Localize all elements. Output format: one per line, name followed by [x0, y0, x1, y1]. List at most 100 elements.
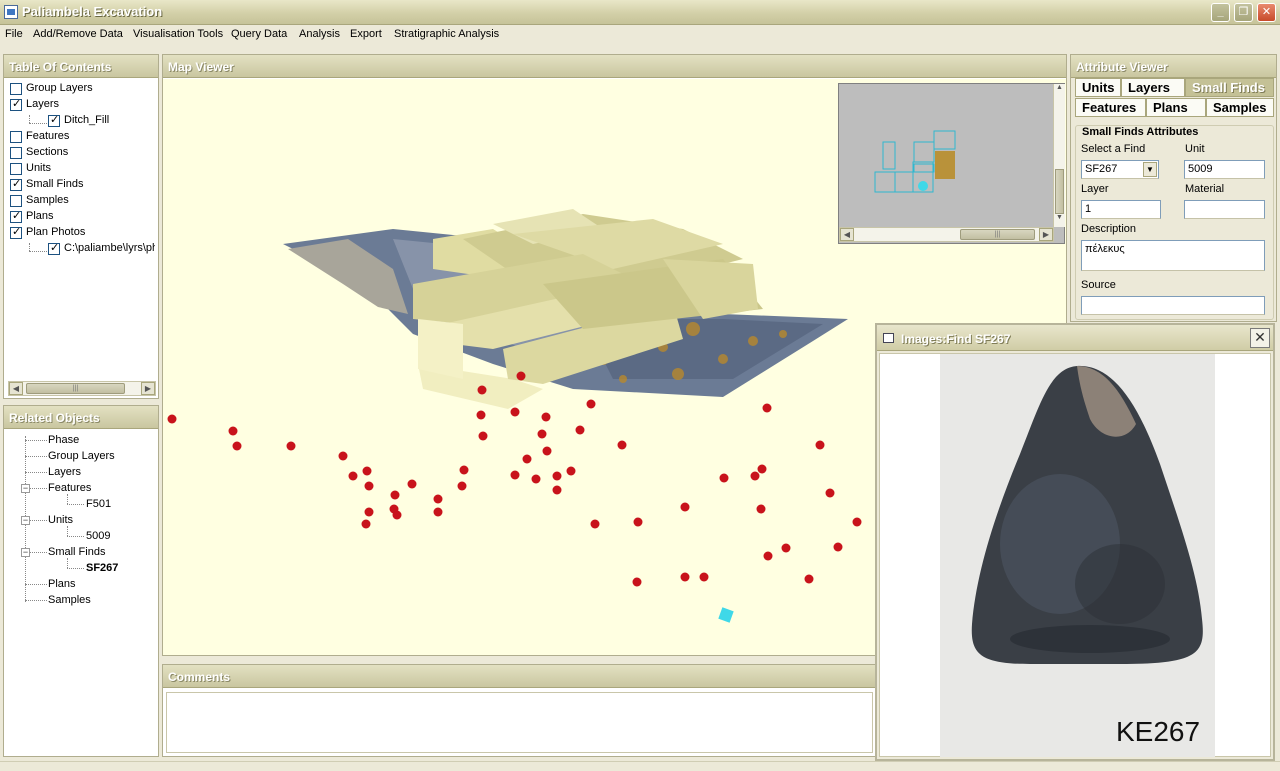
- related-item-sf267[interactable]: SF267: [86, 562, 118, 574]
- small-find-marker[interactable]: [338, 451, 348, 461]
- scroll-thumb[interactable]: [1055, 169, 1064, 214]
- small-find-marker[interactable]: [537, 429, 547, 439]
- small-find-marker[interactable]: [167, 414, 177, 424]
- small-find-marker[interactable]: [522, 454, 532, 464]
- menu-add-remove-data[interactable]: Add/Remove Data: [33, 28, 123, 40]
- collapse-features-icon[interactable]: −: [21, 484, 30, 493]
- small-find-marker[interactable]: [781, 543, 791, 553]
- small-find-marker[interactable]: [815, 440, 825, 450]
- checkbox[interactable]: [10, 147, 22, 159]
- tab-features[interactable]: Features: [1075, 98, 1146, 117]
- small-find-marker[interactable]: [750, 471, 760, 481]
- small-find-marker[interactable]: [680, 572, 690, 582]
- maximize-button[interactable]: ❐: [1234, 3, 1253, 22]
- minimize-button[interactable]: _: [1211, 3, 1230, 22]
- overview-vertical-scrollbar[interactable]: ▲ ▼: [1053, 84, 1065, 227]
- source-field[interactable]: [1081, 296, 1265, 315]
- toc-item-plan-photo-path[interactable]: C:\paliambe\lyrs\ph: [48, 241, 155, 257]
- small-find-marker[interactable]: [575, 425, 585, 435]
- small-find-marker[interactable]: [833, 542, 843, 552]
- toc-horizontal-scrollbar[interactable]: ◀ ||| ▶: [8, 381, 156, 396]
- small-find-marker[interactable]: [477, 385, 487, 395]
- small-find-marker[interactable]: [510, 407, 520, 417]
- overview-horizontal-scrollbar[interactable]: ◀ ||| ▶: [839, 227, 1054, 242]
- related-item-5009[interactable]: 5009: [86, 530, 110, 542]
- checkbox[interactable]: [10, 83, 22, 95]
- small-find-marker[interactable]: [552, 485, 562, 495]
- checkbox[interactable]: [48, 113, 60, 127]
- menu-query-data[interactable]: Query Data: [231, 28, 287, 40]
- related-item-plans[interactable]: Plans: [48, 578, 76, 590]
- tab-layers[interactable]: Layers: [1121, 78, 1185, 97]
- small-find-marker[interactable]: [232, 441, 242, 451]
- related-item-features[interactable]: Features: [48, 482, 91, 494]
- overview-map[interactable]: ◀ ||| ▶ ▲ ▼: [838, 83, 1065, 244]
- checkbox[interactable]: [10, 163, 22, 175]
- checkbox[interactable]: [10, 97, 22, 111]
- small-find-marker[interactable]: [459, 465, 469, 475]
- small-find-marker[interactable]: [756, 504, 766, 514]
- select-find-dropdown[interactable]: SF267 ▼: [1081, 160, 1159, 179]
- small-find-marker[interactable]: [364, 481, 374, 491]
- small-find-marker[interactable]: [286, 441, 296, 451]
- small-find-marker[interactable]: [617, 440, 627, 450]
- tab-plans[interactable]: Plans: [1146, 98, 1206, 117]
- small-find-marker[interactable]: [390, 490, 400, 500]
- checkbox[interactable]: [10, 195, 22, 207]
- tab-small-finds[interactable]: Small Finds: [1185, 78, 1274, 97]
- small-find-marker[interactable]: [433, 494, 443, 504]
- small-find-marker[interactable]: [392, 510, 402, 520]
- scroll-thumb[interactable]: |||: [26, 383, 125, 394]
- collapse-units-icon[interactable]: −: [21, 516, 30, 525]
- small-find-marker[interactable]: [510, 470, 520, 480]
- selected-find-marker[interactable]: [718, 607, 734, 623]
- scroll-right-icon[interactable]: ▶: [141, 382, 155, 395]
- related-item-layers[interactable]: Layers: [48, 466, 81, 478]
- small-find-marker[interactable]: [763, 551, 773, 561]
- small-find-marker[interactable]: [566, 466, 576, 476]
- small-find-marker[interactable]: [478, 431, 488, 441]
- small-find-marker[interactable]: [542, 446, 552, 456]
- scroll-left-icon[interactable]: ◀: [9, 382, 23, 395]
- small-find-marker[interactable]: [228, 426, 238, 436]
- collapse-small-finds-icon[interactable]: −: [21, 548, 30, 557]
- small-find-marker[interactable]: [852, 517, 862, 527]
- scroll-up-icon[interactable]: ▲: [1054, 84, 1065, 96]
- checkbox[interactable]: [10, 209, 22, 223]
- small-find-marker[interactable]: [433, 507, 443, 517]
- small-find-marker[interactable]: [476, 410, 486, 420]
- scroll-right-icon[interactable]: ▶: [1039, 228, 1053, 241]
- scroll-left-icon[interactable]: ◀: [840, 228, 854, 241]
- menu-export[interactable]: Export: [350, 28, 382, 40]
- tab-samples[interactable]: Samples: [1206, 98, 1274, 117]
- small-find-marker[interactable]: [762, 403, 772, 413]
- small-find-marker[interactable]: [541, 412, 551, 422]
- scroll-thumb[interactable]: |||: [960, 229, 1035, 240]
- checkbox[interactable]: [10, 131, 22, 143]
- small-find-marker[interactable]: [516, 371, 526, 381]
- small-find-marker[interactable]: [457, 481, 467, 491]
- tab-units[interactable]: Units: [1075, 78, 1121, 97]
- small-find-marker[interactable]: [590, 519, 600, 529]
- related-item-group-layers[interactable]: Group Layers: [48, 450, 115, 462]
- unit-field[interactable]: 5009: [1184, 160, 1265, 179]
- small-find-marker[interactable]: [757, 464, 767, 474]
- related-item-small-finds[interactable]: Small Finds: [48, 546, 105, 558]
- menu-stratigraphic-analysis[interactable]: Stratigraphic Analysis: [394, 28, 499, 40]
- small-find-marker[interactable]: [633, 517, 643, 527]
- small-find-marker[interactable]: [348, 471, 358, 481]
- small-find-marker[interactable]: [407, 479, 417, 489]
- small-find-marker[interactable]: [825, 488, 835, 498]
- menu-file[interactable]: File: [5, 28, 23, 40]
- related-item-samples[interactable]: Samples: [48, 594, 91, 606]
- chevron-down-icon[interactable]: ▼: [1143, 162, 1157, 177]
- small-find-marker[interactable]: [552, 471, 562, 481]
- small-find-marker[interactable]: [680, 502, 690, 512]
- layer-field[interactable]: 1: [1081, 200, 1161, 219]
- scroll-down-icon[interactable]: ▼: [1054, 214, 1065, 226]
- close-icon[interactable]: ✕: [1250, 328, 1270, 348]
- related-item-f501[interactable]: F501: [86, 498, 111, 510]
- checkbox[interactable]: [48, 241, 60, 255]
- close-button[interactable]: ✕: [1257, 3, 1276, 22]
- related-item-units[interactable]: Units: [48, 514, 73, 526]
